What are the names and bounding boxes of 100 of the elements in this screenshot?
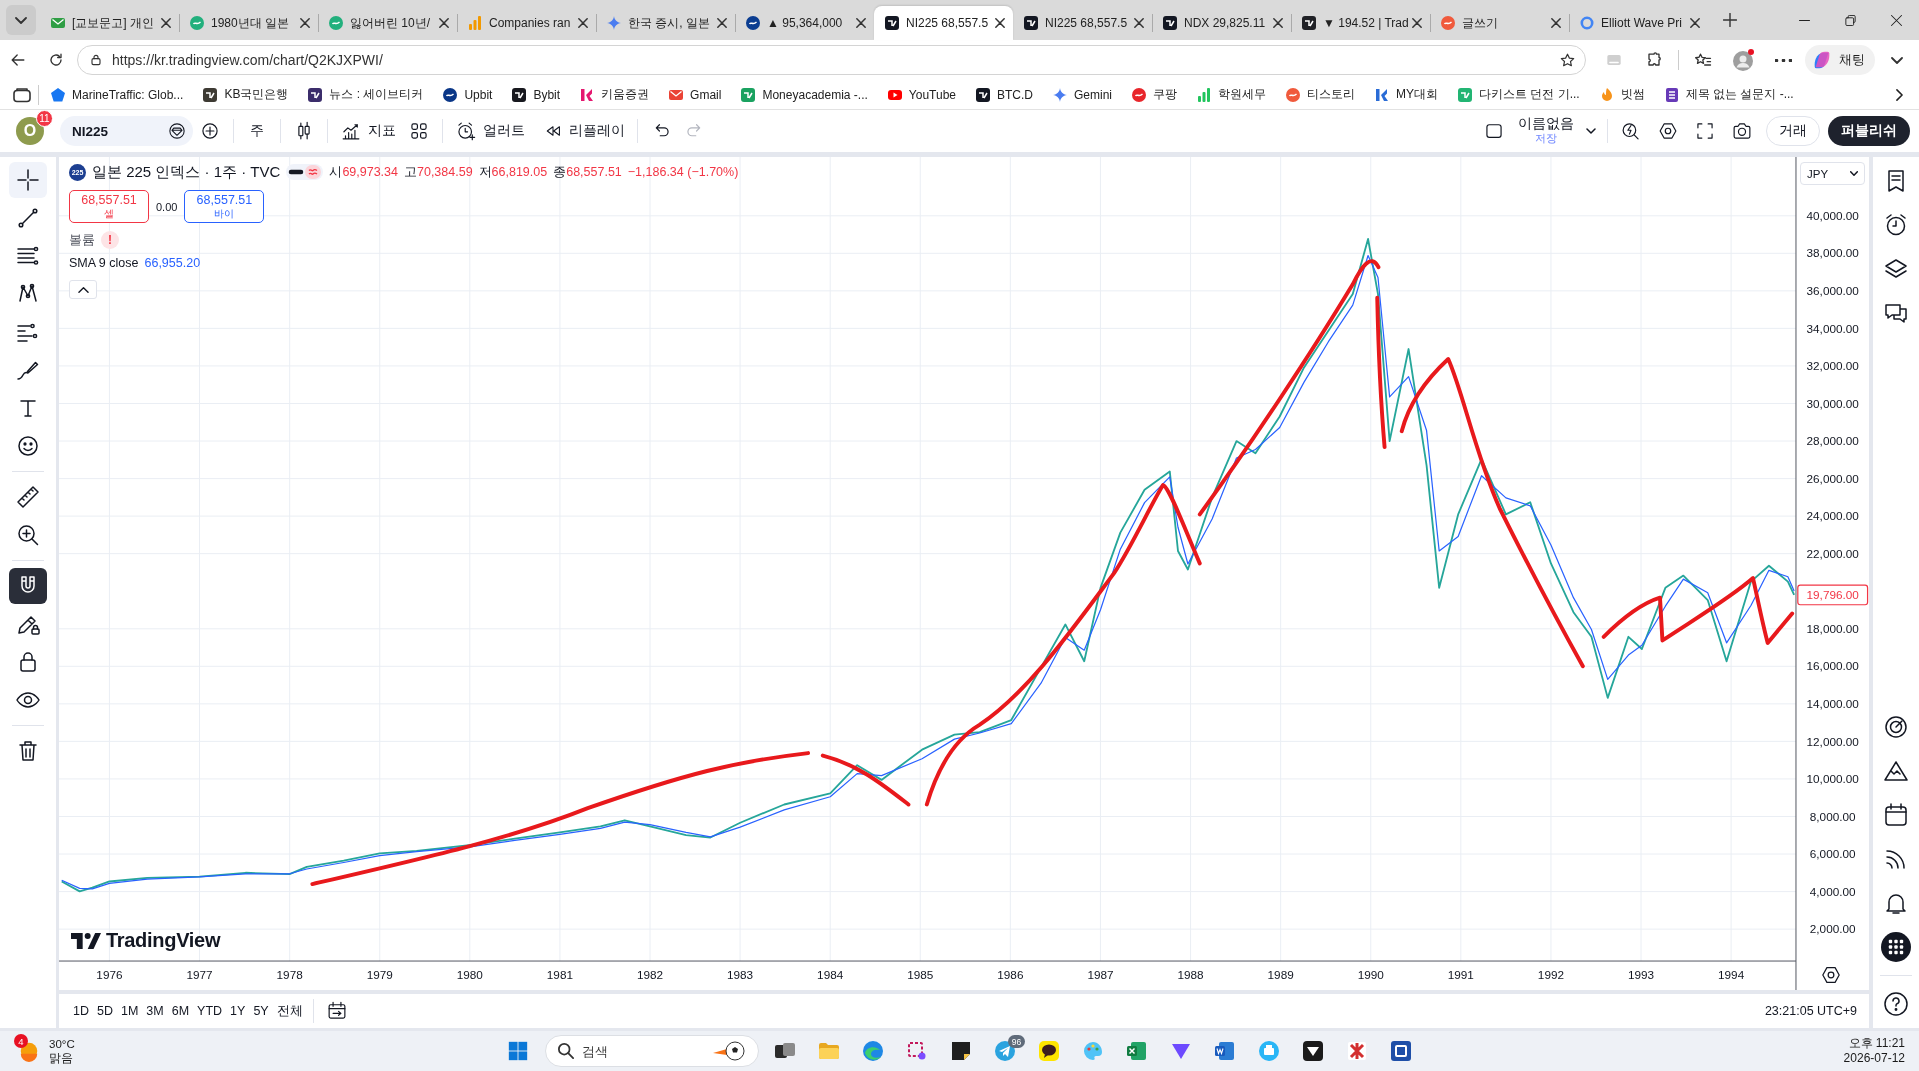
browser-tab[interactable]: 글쓰기	[1430, 6, 1569, 40]
browser-tab[interactable]: 잃어버린 10년/	[318, 6, 457, 40]
square-logo-icon	[511, 86, 528, 103]
bookmark-item[interactable]: 빗썸	[1589, 81, 1655, 108]
symbol-search-field[interactable]: NI225	[60, 116, 193, 146]
pentagon-logo-icon	[50, 86, 66, 103]
replay-button[interactable]: 리플레이	[537, 114, 631, 148]
indicator-label[interactable]: SMA 9 close	[69, 256, 139, 270]
buy-button[interactable]: 68,557.51 바이	[184, 190, 265, 223]
publish-button[interactable]: 퍼블리쉬	[1828, 116, 1910, 146]
chevron-right-icon[interactable]	[1895, 88, 1903, 101]
close-icon[interactable]	[856, 18, 866, 28]
clock-date[interactable]: 2026-07-12	[1843, 1051, 1905, 1066]
count-badge: 4	[14, 1034, 28, 1048]
copilot-button[interactable]: 채팅	[1805, 45, 1875, 75]
close-icon[interactable]	[995, 18, 1005, 28]
ohlc-value: 저66,819.05	[478, 163, 548, 181]
bookmark-item[interactable]: 다키스트 던전 기...	[1448, 81, 1590, 108]
close-icon[interactable]	[1551, 18, 1561, 28]
range-button[interactable]: YTD	[193, 998, 227, 1024]
range-button[interactable]: 전체	[272, 998, 307, 1024]
layout-name-button[interactable]: 이름없음 저장	[1514, 117, 1578, 145]
bookmark-item[interactable]: 제목 없는 설문지 -...	[1654, 81, 1804, 108]
bookmark-item[interactable]: KB국민은행	[193, 81, 299, 108]
toggle-button[interactable]	[9, 568, 47, 604]
bookmark-item[interactable]: 뉴스 : 세이브티커	[298, 81, 434, 108]
time-axis-label: 1984	[817, 968, 844, 982]
wave-icon	[305, 165, 322, 179]
sell-button[interactable]: 68,557.51 셀	[69, 190, 149, 223]
bookmark-item[interactable]: 티스토리	[1276, 81, 1365, 108]
time-axis-label: 1985	[907, 968, 934, 982]
browser-tab[interactable]: Elliott Wave Pri	[1569, 6, 1708, 40]
range-button[interactable]: 5D	[93, 998, 117, 1024]
close-icon[interactable]	[1134, 18, 1144, 28]
indicator-label[interactable]: 볼륨	[69, 231, 95, 249]
browser-tab[interactable]: Companies ran	[457, 6, 596, 40]
browser-tab[interactable]: ▼ 194.52 | Trad	[1291, 6, 1430, 40]
bookmark-item[interactable]: BTC.D	[966, 81, 1043, 108]
bookmark-item[interactable]: Gemini	[1043, 81, 1122, 108]
square-tile-icon	[1389, 1039, 1413, 1063]
price-axis-label: 24,000.00	[1806, 509, 1859, 523]
tab-search-button[interactable]	[6, 5, 36, 35]
clock-time[interactable]: 오후 11:21	[1848, 1036, 1905, 1051]
plus-icon	[1723, 13, 1737, 27]
close-icon[interactable]	[578, 18, 588, 28]
time-axis-label: 1990	[1357, 968, 1384, 982]
close-icon[interactable]	[300, 18, 310, 28]
market-status[interactable]	[286, 164, 324, 180]
symbol-title[interactable]: 일본 225 인덱스 · 1주 · TVC	[92, 162, 281, 182]
bookmark-item[interactable]: MY대회	[1365, 81, 1448, 108]
bookmark-item[interactable]: 학원세무	[1187, 81, 1276, 108]
browser-tab[interactable]: [교보문고] 개인	[40, 6, 179, 40]
ohlc-value: 시 69,973.34	[329, 163, 398, 181]
close-icon[interactable]	[439, 18, 449, 28]
swirl-icon	[861, 1039, 885, 1063]
range-button[interactable]: 5Y	[249, 998, 273, 1024]
currency-dropdown[interactable]: JPY	[1800, 162, 1865, 185]
price-axis-label: 4,000.00	[1809, 884, 1856, 898]
browser-tab[interactable]: NDX 29,825.11	[1152, 6, 1291, 40]
axis-settings-button[interactable]	[1822, 966, 1840, 984]
square-logo-icon	[1457, 86, 1473, 103]
close-icon[interactable]	[717, 18, 727, 28]
collapse-button[interactable]	[69, 280, 97, 299]
search-field[interactable]: 검색	[545, 1035, 759, 1067]
tool-button[interactable]	[9, 162, 47, 198]
bookmark-item[interactable]: Bybit	[502, 81, 571, 108]
circle-logo-icon	[189, 15, 205, 31]
stacked-cards-icon[interactable]	[13, 85, 31, 104]
interval-button[interactable]: 주	[240, 114, 274, 148]
clock-text[interactable]: 23:21:05 UTC+9	[1764, 1004, 1857, 1018]
form-icon	[1663, 86, 1680, 103]
price-axis-label: 16,000.00	[1806, 659, 1859, 673]
browser-tab[interactable]: ▲ 95,364,000	[735, 6, 874, 40]
bookmark-item[interactable]: Gmail	[659, 81, 732, 108]
bars-logo-icon	[1196, 86, 1212, 103]
range-button[interactable]: 6M	[167, 998, 194, 1024]
browser-tab[interactable]: 한국 증시, 일본	[596, 6, 735, 40]
range-button[interactable]: 1Y	[226, 998, 250, 1024]
browser-tab[interactable]: NI225 68,557.5	[1013, 6, 1152, 40]
bookmark-item[interactable]: YouTube	[877, 81, 966, 108]
time-axis-label: 1993	[1627, 968, 1655, 982]
address-field[interactable]: https://kr.tradingview.com/chart/Q2KJXPWI/	[77, 45, 1586, 75]
bookmark-item[interactable]: Upbit	[433, 81, 503, 108]
close-icon[interactable]	[1690, 18, 1700, 28]
price-axis-label: 18,000.00	[1806, 621, 1859, 635]
browser-tab[interactable]: 1980년대 일본	[179, 6, 318, 40]
alert-button[interactable]: 얼러트	[449, 114, 531, 148]
price-change: −1,186.34 (−1.70%)	[627, 165, 739, 179]
bookmark-item[interactable]: 키움증권	[570, 81, 660, 108]
bookmark-item[interactable]: Moneyacademia -...	[731, 81, 878, 108]
range-button[interactable]: 3M	[142, 998, 168, 1024]
close-icon[interactable]	[1412, 18, 1422, 28]
range-button[interactable]: 1D	[69, 998, 93, 1024]
close-icon[interactable]	[161, 18, 171, 28]
bookmark-item[interactable]: MarineTraffic: Glob...	[41, 81, 194, 108]
indicators-button[interactable]: 지표	[334, 114, 402, 148]
bookmark-item[interactable]: 쿠팡	[1122, 81, 1187, 108]
browser-tab[interactable]: NI225 68,557.5	[874, 6, 1013, 40]
range-button[interactable]: 1M	[116, 998, 143, 1024]
close-icon[interactable]	[1273, 18, 1283, 28]
